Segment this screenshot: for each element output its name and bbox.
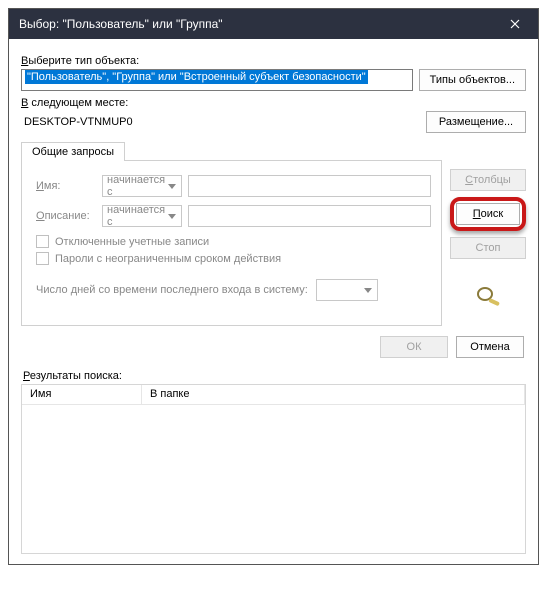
stop-button: Стоп [450, 237, 526, 259]
non-expiring-label: Пароли с неограниченным сроком действия [55, 253, 281, 265]
days-combo[interactable] [316, 279, 378, 301]
close-icon [510, 19, 520, 29]
ok-button: ОК [380, 336, 448, 358]
content-area: Выберите тип объекта: "Пользователь", "Г… [9, 39, 538, 564]
col-folder[interactable]: В папке [142, 385, 525, 404]
disabled-accounts-label: Отключенные учетные записи [55, 236, 209, 248]
name-input[interactable] [188, 175, 431, 197]
disabled-accounts-checkbox[interactable] [36, 235, 49, 248]
results-header: Имя В папке [22, 385, 525, 405]
titlebar: Выбор: "Пользователь" или "Группа" [9, 9, 538, 39]
object-type-input[interactable]: "Пользователь", "Группа" или "Встроенный… [21, 69, 413, 91]
object-type-value: "Пользователь", "Группа" или "Встроенный… [25, 70, 368, 84]
location-value: DESKTOP-VTNMUP0 [24, 116, 133, 128]
location-button[interactable]: Размещение... [426, 111, 526, 133]
object-types-button[interactable]: Типы объектов... [419, 69, 526, 91]
tab-common-queries[interactable]: Общие запросы [21, 142, 125, 161]
name-mode-combo[interactable]: начинается с [102, 175, 182, 197]
desc-mode-combo[interactable]: начинается с [102, 205, 182, 227]
search-highlight: Поиск [450, 197, 526, 231]
object-type-label: Выберите тип объекта: [21, 55, 526, 67]
query-panel: Имя: начинается с Описание: начинается с… [21, 160, 442, 326]
magnifier-icon [474, 285, 502, 307]
desc-input[interactable] [188, 205, 431, 227]
search-button[interactable]: Поиск [456, 203, 520, 225]
results-table[interactable]: Имя В папке [21, 384, 526, 554]
dialog-window: Выбор: "Пользователь" или "Группа" Выбер… [8, 8, 539, 565]
results-label: Результаты поиска: [23, 370, 526, 382]
non-expiring-checkbox[interactable] [36, 252, 49, 265]
cancel-button[interactable]: Отмена [456, 336, 524, 358]
name-label: Имя: [36, 180, 96, 192]
col-name[interactable]: Имя [22, 385, 142, 404]
location-input[interactable]: DESKTOP-VTNMUP0 [21, 112, 420, 132]
window-title: Выбор: "Пользователь" или "Группа" [19, 17, 492, 31]
columns-button: Столбцы [450, 169, 526, 191]
location-label: В следующем месте: [21, 97, 526, 109]
days-label: Число дней со времени последнего входа в… [36, 284, 308, 296]
desc-label: Описание: [36, 210, 96, 222]
close-button[interactable] [492, 9, 538, 39]
